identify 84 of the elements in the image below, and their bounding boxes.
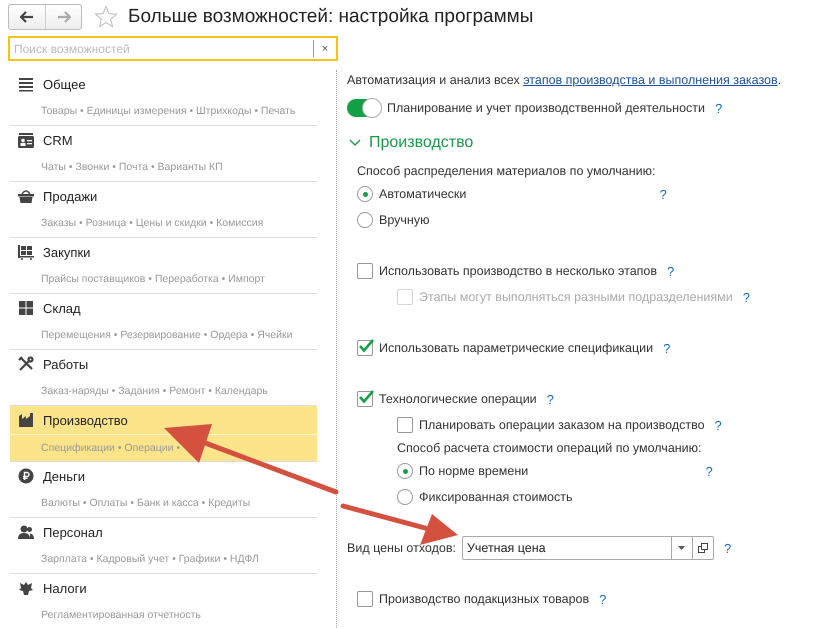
radio-button[interactable] — [357, 186, 373, 202]
open-window-icon — [698, 543, 708, 553]
basket-icon — [18, 188, 34, 204]
sidebar-item-subtitle: Товары • Единицы измерения • Штрихкоды • Печать — [40, 104, 296, 119]
help-icon[interactable]: ? — [715, 100, 722, 116]
sidebar-item-title: Склад — [43, 300, 81, 316]
intro-text: Автоматизация и анализ всех этапов производства и выполнения заказов. — [347, 73, 782, 87]
checkbox-label: Производство подакцизных товаров — [379, 592, 590, 606]
sidebar-item-title: Налоги — [43, 580, 87, 596]
tools-icon — [18, 356, 34, 372]
sidebar-item[interactable]: Продажи Заказы • Розница • Цены и скидки • Комиссия — [10, 182, 317, 238]
sidebar-item-title: Деньги — [43, 468, 85, 484]
list-icon — [18, 76, 34, 92]
price-type-field[interactable]: Учетная цена — [462, 536, 714, 560]
radio-label: Фиксированная стоимость — [419, 490, 572, 504]
checkbox[interactable] — [357, 591, 373, 607]
ruble-icon — [18, 468, 34, 484]
sidebar-item[interactable]: CRM Чаты • Звонки • Почта • Варианты КП — [10, 126, 317, 182]
checkbox[interactable] — [357, 263, 373, 279]
sidebar-item-subtitle: Валюты • Оплаты • Банк и касса • Кредиты — [40, 496, 252, 511]
grid-icon — [18, 300, 34, 316]
radio-label: Автоматически — [379, 187, 466, 201]
sidebar-item-title: Работы — [43, 356, 88, 372]
clear-button[interactable]: × — [313, 40, 336, 57]
window-title: Больше возможностей: настройка программы — [128, 6, 534, 28]
help-icon[interactable]: ? — [667, 264, 674, 278]
sidebar-item[interactable]: Налоги Регламентированная отчетность — [10, 574, 317, 628]
sidebar-item[interactable]: Деньги Валюты • Оплаты • Банк и касса • Кредиты — [10, 462, 317, 518]
sidebar-item-subtitle: Чаты • Звонки • Почта • Варианты КП — [40, 160, 224, 175]
sidebar-item[interactable]: Склад Перемещения • Резервирование • Ордера • Ячейки — [10, 294, 317, 350]
checkbox[interactable] — [397, 417, 413, 433]
star-icon[interactable] — [94, 5, 118, 29]
field-label: Вид цены отходов: — [347, 541, 456, 555]
emblem-icon — [18, 580, 34, 596]
link[interactable]: этапов производства и выполнения заказов — [523, 73, 778, 87]
radio-button[interactable] — [397, 463, 413, 479]
sidebar-item-title: Общее — [43, 76, 86, 92]
checkbox-label: Технологические операции — [379, 392, 537, 406]
caret-icon — [678, 546, 686, 550]
sidebar-item-subtitle: Перемещения • Резервирование • Ордера • Ячейки — [40, 328, 294, 343]
group-caption: Способ распределения материалов по умолчанию: — [357, 163, 656, 180]
cart-icon — [18, 244, 34, 260]
radio-label: Вручную — [379, 213, 430, 227]
people-icon — [18, 524, 34, 540]
sidebar-item[interactable]: Персонал Зарплата • Кадровый учет • Графики • НДФЛ — [10, 518, 317, 574]
checkbox-label: Этапы могут выполняться разными подразделениями — [419, 290, 733, 304]
factory-icon — [18, 412, 34, 428]
sidebar-item[interactable]: Общее Товары • Единицы измерения • Штрихкоды • Печать — [10, 70, 317, 126]
group-caption: Способ расчета стоимости операций по умолчанию: — [397, 440, 702, 457]
help-icon[interactable]: ? — [714, 418, 722, 432]
checkbox-label: Планировать операции заказом на производство — [419, 418, 705, 432]
checkbox[interactable] — [357, 340, 373, 356]
sidebar-item-subtitle: Заказы • Розница • Цены и скидки • Комиссия — [40, 216, 264, 231]
sidebar-item-subtitle: Зарплата • Кадровый учет • Графики • НДФЛ — [40, 552, 260, 567]
sidebar-item-subtitle: Прайсы поставщиков • Переработка • Импорт — [40, 272, 266, 287]
help-icon[interactable]: ? — [659, 186, 667, 202]
radio-button[interactable] — [397, 489, 413, 505]
sidebar-item[interactable]: Закупки Прайсы поставщиков • Переработка • Импорт — [10, 238, 317, 294]
id-card-icon — [18, 132, 34, 148]
checkbox[interactable] — [357, 391, 373, 407]
help-icon[interactable]: ? — [663, 340, 670, 356]
sidebar-item-title: Продажи — [43, 188, 98, 204]
chevron-icon — [349, 139, 361, 147]
back-icon — [20, 11, 34, 23]
sidebar-item-subtitle: Регламентированная отчетность — [40, 608, 202, 623]
sidebar-item-title: CRM — [43, 132, 73, 148]
sidebar-item-subtitle: Спецификации • Операции • — [10, 435, 317, 461]
help-icon[interactable]: ? — [599, 592, 606, 606]
help-icon[interactable]: ? — [724, 540, 732, 556]
search-field[interactable]: Поиск возможностей × — [8, 36, 338, 61]
sidebar-item-title: Закупки — [43, 244, 90, 260]
checkbox-label: Использовать производство в несколько этапов — [379, 264, 658, 278]
radio-label: По норме времени — [419, 464, 528, 478]
help-icon[interactable]: ? — [706, 464, 713, 478]
toggle-switch[interactable] — [347, 99, 381, 117]
radio-button[interactable] — [357, 212, 373, 228]
sidebar-item-title: Производство — [43, 412, 128, 428]
help-icon[interactable]: ? — [546, 392, 554, 406]
forward-icon — [56, 11, 70, 23]
checkbox-label: Использовать параметрические спецификации — [379, 341, 654, 355]
toggle-label: Планирование и учет производственной деятельности — [387, 101, 705, 115]
sidebar-item-title: Персонал — [43, 524, 103, 540]
sidebar-item-subtitle: Заказ-наряды • Задания • Ремонт • Календарь — [40, 384, 269, 399]
section-header[interactable]: Производство — [349, 131, 816, 155]
